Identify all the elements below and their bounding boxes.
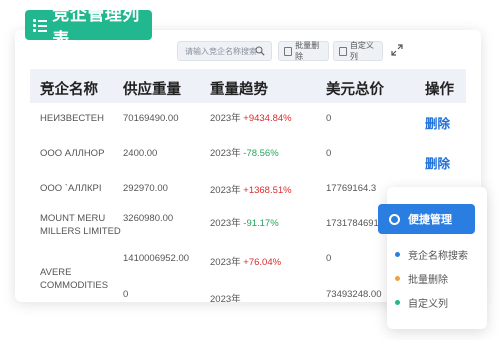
bullet-icon [395, 300, 400, 305]
column-header-name: 竞企名称 [40, 82, 98, 98]
batch-delete-icon [284, 46, 293, 56]
table-header: 竞企名称 供应重量 重量趋势 美元总价 操作 [30, 69, 466, 103]
quick-manage-panel: 便捷管理 竞企名称搜索 批量删除 自定义列 [378, 187, 487, 329]
bullet-icon [395, 276, 400, 281]
column-header-total: 美元总价 [326, 82, 384, 98]
delete-link[interactable]: 删除 [425, 153, 450, 172]
batch-delete-button[interactable]: 批量删除 [278, 41, 329, 61]
columns-icon [339, 46, 347, 56]
expand-icon[interactable] [391, 44, 403, 56]
column-header-action: 操作 [425, 82, 454, 98]
quick-item-batch-delete[interactable]: 批量删除 [395, 271, 448, 286]
column-header-trend: 重量趋势 [210, 82, 268, 98]
search-placeholder: 请输入竞企名称搜索 [185, 46, 257, 56]
delete-link[interactable]: 删除 [425, 113, 450, 132]
quick-item-custom-columns[interactable]: 自定义列 [395, 295, 448, 310]
quick-item-search[interactable]: 竞企名称搜索 [395, 247, 468, 262]
page-title: 竞企管理列表 [25, 5, 152, 49]
custom-columns-button[interactable]: 自定义列 [333, 41, 383, 61]
page-title-text: 竞企管理列表 [52, 5, 140, 49]
search-icon[interactable] [255, 46, 265, 56]
bullet-icon [395, 252, 400, 257]
column-header-weight: 供应重量 [123, 82, 181, 98]
gear-icon [389, 213, 400, 225]
list-icon [33, 18, 47, 32]
quick-manage-button[interactable]: 便捷管理 [378, 204, 475, 234]
search-input[interactable]: 请输入竞企名称搜索 [177, 41, 272, 61]
